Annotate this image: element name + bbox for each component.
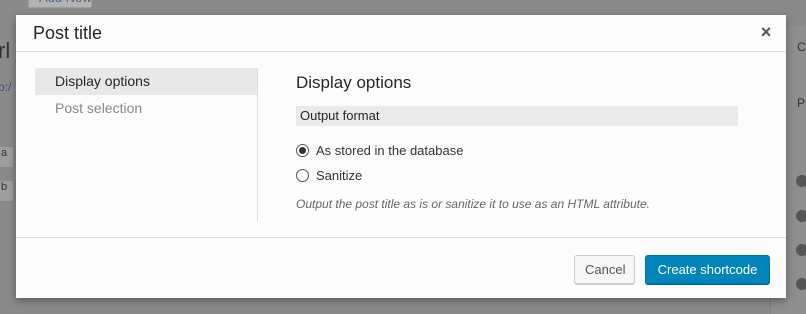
radio-sanitize[interactable] bbox=[296, 169, 309, 182]
output-format-label: Output format bbox=[296, 106, 738, 126]
radio-as-stored[interactable] bbox=[296, 144, 309, 157]
help-text: Output the post title as is or sanitize … bbox=[296, 197, 650, 211]
bg-chip-a: a bbox=[0, 146, 14, 168]
eye-icon bbox=[796, 210, 806, 222]
option-sanitize[interactable]: Sanitize bbox=[296, 163, 738, 188]
sidebar-item-display-options[interactable]: Display options bbox=[35, 68, 257, 95]
close-icon[interactable]: × bbox=[756, 22, 776, 42]
modal-title: Post title bbox=[33, 23, 103, 43]
trash-icon bbox=[796, 278, 806, 290]
option-sanitize-label: Sanitize bbox=[316, 168, 363, 183]
bg-page-heading: rl bbox=[0, 38, 11, 63]
option-as-stored-label: As stored in the database bbox=[316, 143, 464, 158]
cancel-button[interactable]: Cancel bbox=[574, 255, 635, 284]
modal-body: Display options Post selection Display o… bbox=[16, 52, 786, 237]
modal-footer: Cancel Create shortcode bbox=[16, 237, 786, 298]
bg-permalink: p:/ bbox=[0, 80, 12, 94]
history-icon bbox=[796, 244, 806, 256]
modal-dialog: Post title × Display options Post select… bbox=[16, 15, 786, 298]
sidebar-item-post-selection[interactable]: Post selection bbox=[35, 95, 257, 122]
section-title: Display options bbox=[296, 73, 412, 92]
bg-right-text-2: P bbox=[797, 96, 806, 110]
bg-right-text-1: C bbox=[797, 40, 806, 54]
modal-sidebar: Display options Post selection bbox=[35, 68, 258, 221]
content-panel: Display options Output format As stored … bbox=[296, 68, 738, 211]
modal-header: Post title × bbox=[16, 15, 786, 52]
option-as-stored[interactable]: As stored in the database bbox=[296, 138, 738, 163]
add-new-button-bg: Add New bbox=[28, 0, 92, 8]
bg-chip-b: b bbox=[0, 180, 14, 202]
pin-icon bbox=[796, 175, 806, 187]
create-shortcode-button[interactable]: Create shortcode bbox=[645, 255, 770, 284]
